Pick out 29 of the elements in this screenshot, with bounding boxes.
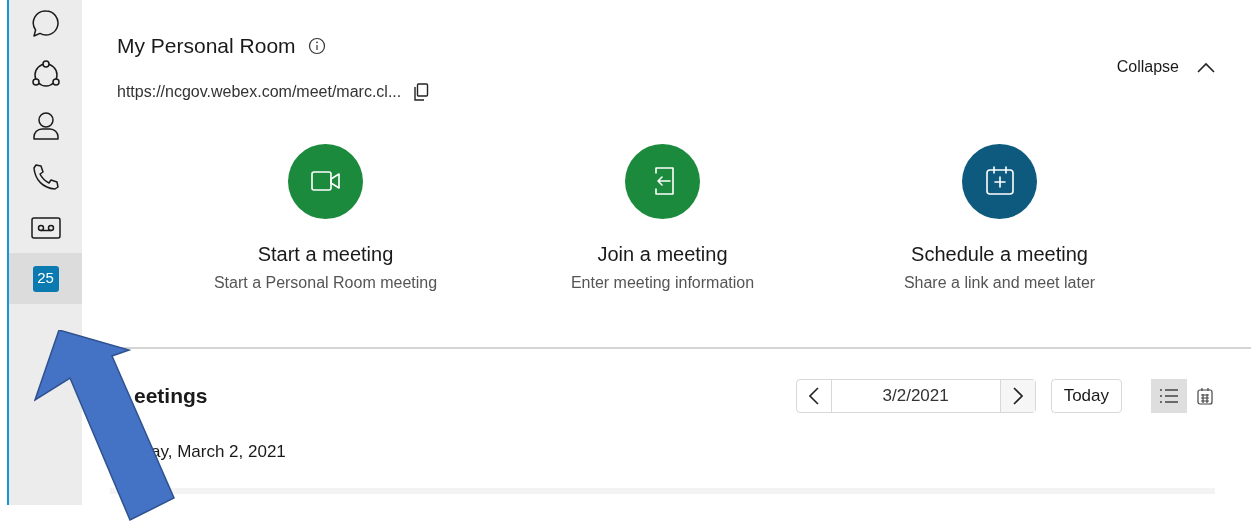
copy-icon[interactable]: [413, 82, 430, 101]
collapse-button[interactable]: Collapse: [1116, 55, 1215, 79]
video-camera-icon: [310, 170, 341, 192]
action-subtitle: Start a Personal Room meeting: [213, 272, 438, 293]
room-title: My Personal Room: [117, 33, 296, 59]
chevron-up-icon: [1197, 61, 1215, 73]
chevron-left-icon: [808, 386, 819, 405]
person-icon: [30, 110, 61, 141]
action-title: Start a meeting: [257, 241, 394, 267]
list-icon: [1160, 388, 1178, 403]
action-title: Schedule a meeting: [911, 241, 1088, 267]
calendar-icon: [1197, 386, 1213, 405]
date-field[interactable]: 3/2/2021: [831, 379, 1000, 412]
calendar-date-icon: 25: [32, 265, 59, 292]
action-subtitle: Share a link and meet later: [903, 272, 1096, 293]
info-icon[interactable]: [307, 36, 326, 55]
chat-bubble-icon: [30, 8, 61, 39]
today-button[interactable]: Today: [1050, 378, 1122, 413]
voicemail-icon: [30, 215, 61, 240]
calendar-plus-icon: [984, 166, 1015, 196]
action-title: Join a meeting: [597, 241, 728, 267]
phone-icon: [30, 161, 61, 192]
chevron-right-icon: [1012, 386, 1023, 405]
room-url: https://ncgov.webex.com/meet/marc.cl...: [117, 81, 402, 102]
meetings-heading: eetings: [134, 382, 208, 409]
next-button[interactable]: [999, 379, 1035, 412]
action-subtitle: Enter meeting information: [570, 272, 755, 293]
list-view-button[interactable]: [1151, 378, 1187, 413]
sidebar-item[interactable]: 25: [9, 253, 82, 304]
